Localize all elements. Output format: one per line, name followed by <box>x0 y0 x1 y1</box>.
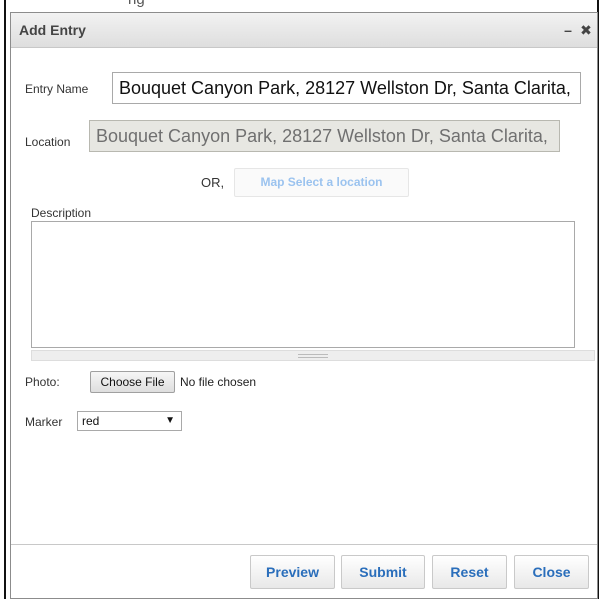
close-button[interactable]: Close <box>514 555 589 589</box>
reset-button[interactable]: Reset <box>432 555 507 589</box>
entry-name-input[interactable] <box>112 72 581 104</box>
marker-selected-value: red <box>82 414 100 428</box>
location-input <box>89 120 560 152</box>
submit-button[interactable]: Submit <box>341 555 425 589</box>
dialog-titlebar[interactable]: Add Entry – ✖ <box>11 13 597 48</box>
textarea-resize-bar[interactable] <box>31 350 595 361</box>
background-window-strip: ng <box>0 0 601 12</box>
background-text: ng <box>128 0 145 8</box>
window-controls: – ✖ <box>559 21 595 40</box>
footer-divider <box>11 544 597 545</box>
close-icon[interactable]: ✖ <box>577 21 595 40</box>
file-status: No file chosen <box>180 375 257 389</box>
description-textarea[interactable] <box>31 221 575 348</box>
marker-select[interactable]: red ▼ <box>77 411 182 431</box>
preview-button[interactable]: Preview <box>250 555 335 589</box>
drag-handle-icon <box>298 354 328 358</box>
choose-file-button[interactable]: Choose File <box>90 371 175 393</box>
dropdown-arrow-icon: ▼ <box>165 415 175 426</box>
add-entry-dialog: Add Entry – ✖ Entry Name Location OR, Ma… <box>10 12 598 599</box>
photo-label: Photo: <box>25 375 60 389</box>
description-label: Description <box>31 206 92 220</box>
location-label: Location <box>25 135 71 149</box>
left-border <box>4 0 6 599</box>
map-select-button[interactable]: Map Select a location <box>234 168 409 197</box>
dialog-title: Add Entry <box>19 22 86 38</box>
marker-label: Marker <box>25 415 63 429</box>
or-label: OR, <box>201 175 225 190</box>
entry-name-label: Entry Name <box>25 82 89 96</box>
minimize-icon[interactable]: – <box>559 21 577 40</box>
